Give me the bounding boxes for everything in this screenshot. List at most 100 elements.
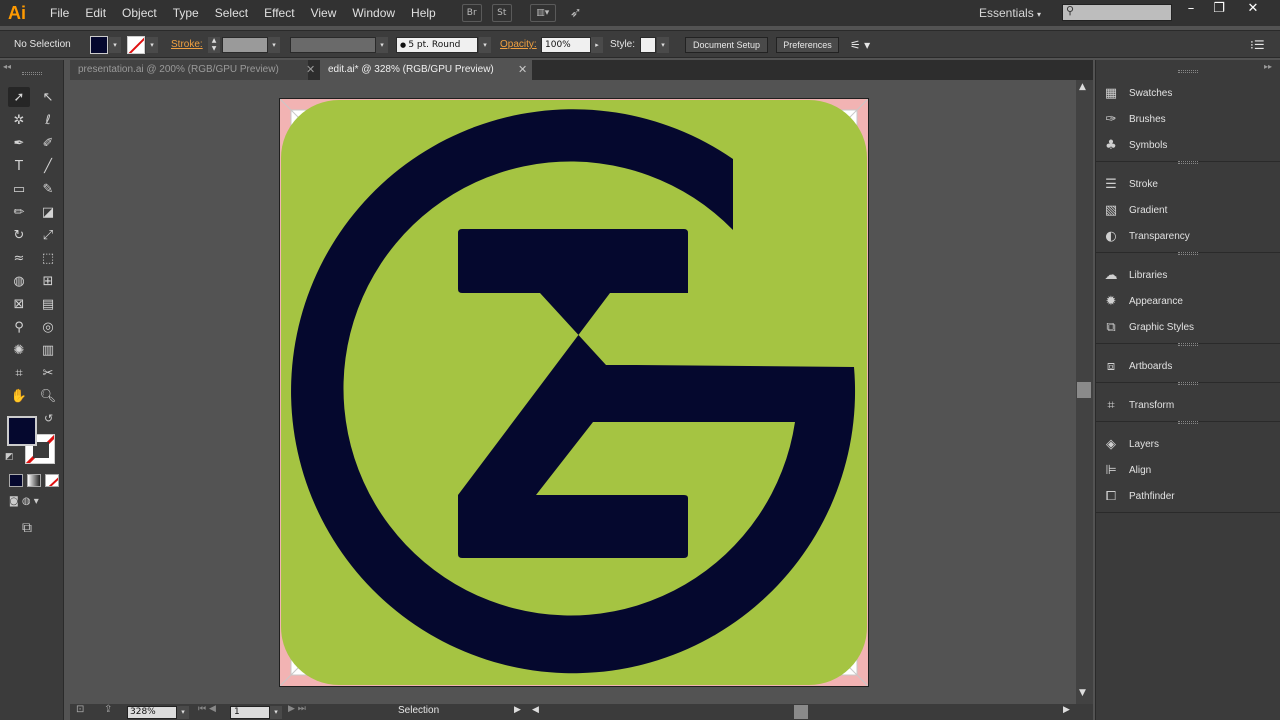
rotate-tool-icon[interactable]: ↻ [8,225,30,245]
menu-window[interactable]: Window [344,0,403,26]
zoom-tool-icon[interactable]: 🔍︎ [37,386,59,406]
stock-icon[interactable]: St [491,4,512,22]
search-input[interactable]: ⚲ [1062,4,1172,21]
stroke-weight-stepper[interactable]: ▲ ▼ [208,37,220,53]
zoom-dropdown[interactable]: ▾ [177,706,189,719]
fill-dropdown[interactable]: ▾ [109,37,121,53]
opacity-dropdown[interactable]: ▸ [591,37,603,53]
panel-group-grip[interactable] [1178,421,1198,424]
artboard-nav-icon[interactable]: ⊡ [76,704,84,715]
vertical-scroll-thumb[interactable] [1077,382,1091,398]
preferences-button[interactable]: Preferences [776,37,839,53]
stroke-swatch[interactable] [127,36,145,54]
panel-item-swatches[interactable]: ▦ Swatches [1102,82,1272,104]
brush-definition-field[interactable]: ● 5 pt. Round [396,37,478,53]
scroll-right-icon[interactable]: ▶ [1063,705,1070,715]
warp-tool-icon[interactable]: ≈ [8,248,30,268]
vertical-scrollbar[interactable]: ▲ ▼ [1076,80,1093,704]
scroll-left-icon[interactable]: ◀ [532,705,539,715]
menu-type[interactable]: Type [165,0,207,26]
panel-item-layers[interactable]: ◈ Layers [1102,433,1272,455]
panel-item-transform[interactable]: ⌗ Transform [1102,394,1272,416]
blend-tool-icon[interactable]: ◎ [37,317,59,337]
minimize-button[interactable]: – [1178,0,1204,20]
symbol-sprayer-tool-icon[interactable]: ✺ [8,340,30,360]
horizontal-scroll-thumb[interactable] [794,705,808,719]
curvature-tool-icon[interactable]: ✐ [37,133,59,153]
line-segment-tool-icon[interactable]: ╱ [37,156,59,176]
export-icon[interactable]: ⇪ [104,704,112,715]
panel-item-stroke[interactable]: ☰ Stroke [1102,173,1272,195]
type-tool-icon[interactable]: T [8,156,30,176]
panel-group-grip[interactable] [1178,161,1198,164]
profile-dropdown[interactable]: ▾ [376,37,388,53]
stroke-weight-field[interactable] [222,37,268,53]
panel-menu-icon[interactable]: ⁝☰ [1250,31,1265,59]
panel-item-libraries[interactable]: ☁ Libraries [1102,264,1272,286]
menu-object[interactable]: Object [114,0,165,26]
gpu-performance-icon[interactable]: ➶ [566,4,586,22]
slice-tool-icon[interactable]: ✂ [37,363,59,383]
mesh-tool-icon[interactable]: ⊠ [8,294,30,314]
restore-button[interactable]: ❐ [1206,0,1232,20]
artboard-dropdown[interactable]: ▾ [270,706,282,719]
lasso-tool-icon[interactable]: ℓ [37,110,59,130]
menu-select[interactable]: Select [207,0,256,26]
eyedropper-tool-icon[interactable]: ⚲ [8,317,30,337]
artboard[interactable] [279,98,869,687]
panel-item-align[interactable]: ⊫ Align [1102,459,1272,481]
tab-presentation[interactable]: presentation.ai @ 200% (RGB/GPU Preview) [70,60,308,80]
rectangle-tool-icon[interactable]: ▭ [8,179,30,199]
stroke-weight-dropdown[interactable]: ▾ [268,37,280,53]
stroke-label[interactable]: Stroke: [171,31,203,59]
gradient-mode-icon[interactable] [27,474,41,487]
default-fill-stroke-icon[interactable]: ◩ [5,452,14,462]
scroll-up-icon[interactable]: ▲ [1079,82,1086,92]
workspace-switcher[interactable]: Essentials ▾ [979,0,1041,28]
pen-tool-icon[interactable]: ✒ [8,133,30,153]
arrange-icon[interactable]: ⚟ ▾ [850,31,870,59]
menu-help[interactable]: Help [403,0,444,26]
opacity-label[interactable]: Opacity: [500,31,537,59]
document-setup-button[interactable]: Document Setup [685,37,768,53]
eraser-tool-icon[interactable]: ◪ [37,202,59,222]
drawing-modes-icon[interactable]: ◙ ◍ ▾ [9,496,59,511]
first-artboard-icon[interactable]: ⏮ ◀ [198,704,216,714]
paintbrush-tool-icon[interactable]: ✎ [37,179,59,199]
none-mode-icon[interactable] [45,474,59,487]
scroll-down-icon[interactable]: ▼ [1079,688,1086,698]
pencil-tool-icon[interactable]: ✏ [8,202,30,222]
column-graph-tool-icon[interactable]: ▥ [37,340,59,360]
panel-group-grip[interactable] [1178,382,1198,385]
perspective-grid-tool-icon[interactable]: ⊞ [37,271,59,291]
last-artboard-icon[interactable]: ▶ ⏭ [288,704,306,714]
fill-box[interactable] [7,416,37,446]
panel-group-grip[interactable] [1178,343,1198,346]
panel-item-transparency[interactable]: ◐ Transparency [1102,225,1272,247]
variable-width-profile[interactable] [290,37,376,53]
menu-edit[interactable]: Edit [77,0,114,26]
direct-selection-tool-icon[interactable]: ↖ [37,87,59,107]
arrange-documents-icon[interactable]: ▥▾ [529,4,556,22]
panel-item-brushes[interactable]: ✑ Brushes [1102,108,1272,130]
menu-file[interactable]: File [42,0,77,26]
style-dropdown[interactable]: ▾ [657,37,669,53]
menu-view[interactable]: View [303,0,345,26]
panel-group-grip[interactable] [1178,70,1198,73]
tab-edit[interactable]: edit.ai* @ 328% (RGB/GPU Preview) [320,60,532,80]
collapse-panel-icon[interactable]: ◂◂ [3,62,11,71]
artboard-number-field[interactable]: 1 [230,706,270,719]
panel-item-graphic-styles[interactable]: ⧉ Graphic Styles [1102,316,1272,338]
hand-tool-icon[interactable]: ✋ [8,386,30,406]
gradient-tool-icon[interactable]: ▤ [37,294,59,314]
selection-tool-icon[interactable]: ➚ [8,87,30,107]
swap-fill-stroke-icon[interactable]: ↺ [44,412,53,425]
graphic-style-swatch[interactable] [640,37,656,53]
zoom-field[interactable]: 328% [127,706,177,719]
fill-swatch[interactable] [90,36,108,54]
panel-item-symbols[interactable]: ♣ Symbols [1102,134,1272,156]
shape-builder-tool-icon[interactable]: ◍ [8,271,30,291]
magic-wand-tool-icon[interactable]: ✲ [8,110,30,130]
brush-dropdown[interactable]: ▾ [479,37,491,53]
scale-tool-icon[interactable]: ⤢ [37,225,59,245]
